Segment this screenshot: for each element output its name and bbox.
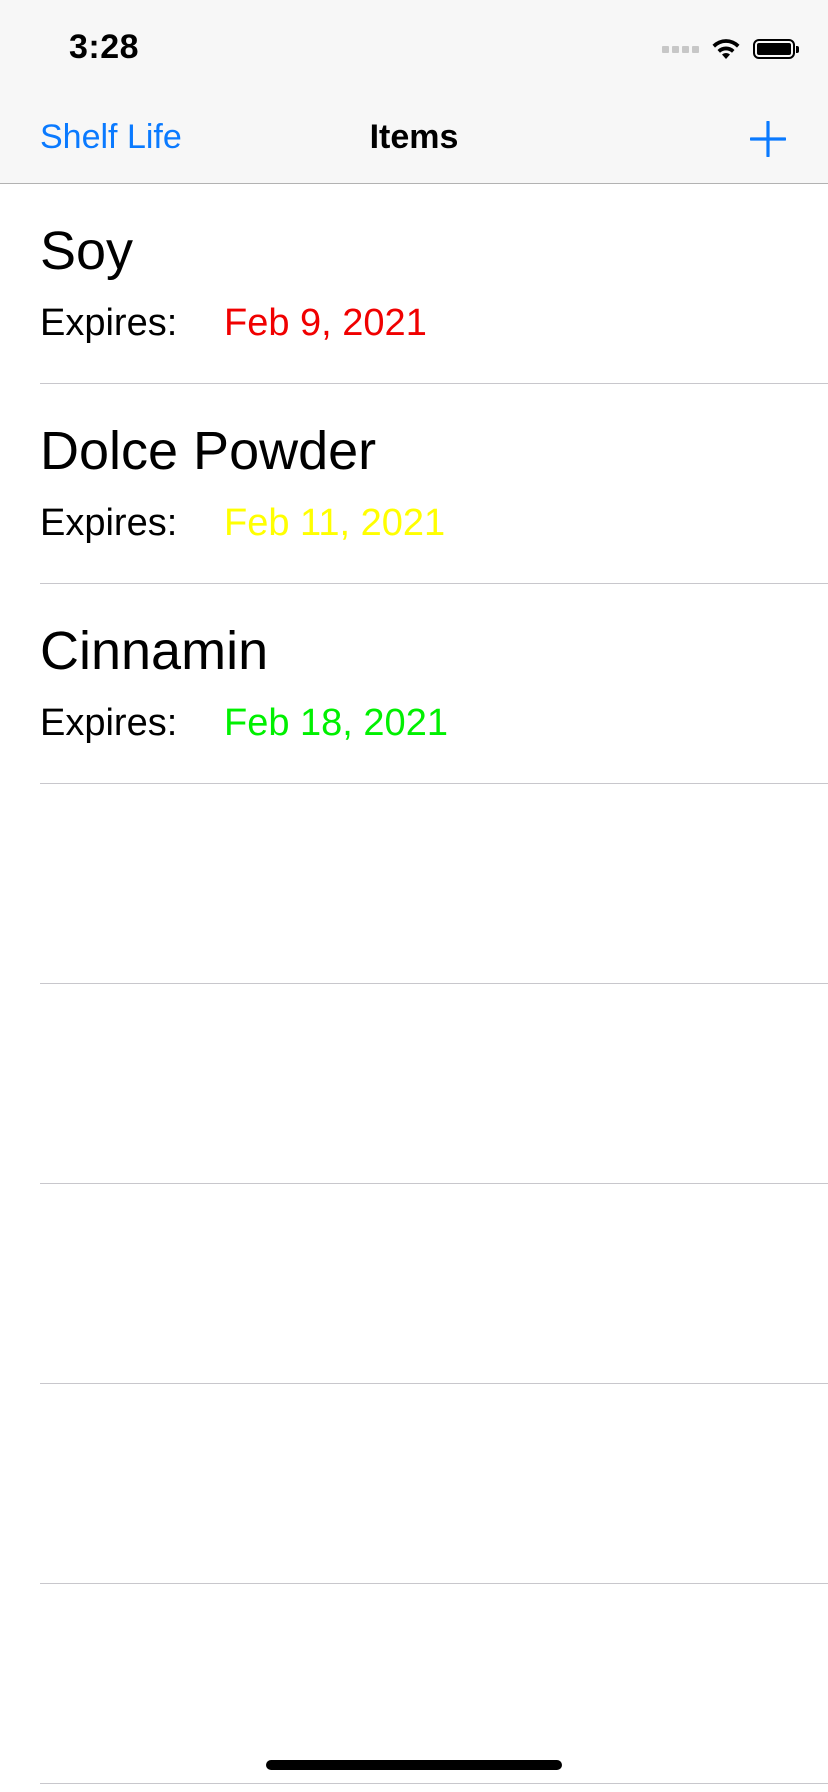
expiry-date: Feb 9, 2021 xyxy=(224,302,427,344)
navigation-bar: Shelf Life Items xyxy=(0,96,828,184)
empty-row xyxy=(40,784,828,984)
empty-row xyxy=(40,1384,828,1584)
plus-icon[interactable] xyxy=(750,121,786,157)
battery-icon xyxy=(753,39,799,59)
home-indicator[interactable] xyxy=(266,1760,562,1770)
empty-row xyxy=(40,984,828,1184)
cellular-signal-icon xyxy=(662,45,699,53)
expires-label: Expires: xyxy=(40,302,178,344)
expires-label: Expires: xyxy=(40,702,178,744)
empty-row xyxy=(40,1584,828,1784)
list-item[interactable]: Cinnamin Expires: Feb 18, 2021 xyxy=(40,584,828,784)
item-name: Cinnamin xyxy=(40,621,269,681)
page-title: Items xyxy=(369,118,459,156)
item-name: Soy xyxy=(40,221,134,281)
list-item[interactable]: Dolce Powder Expires: Feb 11, 2021 xyxy=(40,384,828,584)
list-item[interactable]: Soy Expires: Feb 9, 2021 xyxy=(40,184,828,384)
items-list: Soy Expires: Feb 9, 2021 Dolce Powder Ex… xyxy=(0,184,828,1784)
expiry-date: Feb 18, 2021 xyxy=(224,702,448,744)
empty-row xyxy=(40,1184,828,1384)
status-bar: 3:28 xyxy=(0,0,828,96)
expires-label: Expires: xyxy=(40,502,178,544)
status-icons xyxy=(662,36,799,62)
expiry-date: Feb 11, 2021 xyxy=(224,502,446,544)
item-name: Dolce Powder xyxy=(40,421,377,481)
status-time: 3:28 xyxy=(69,28,140,66)
wifi-icon xyxy=(712,39,740,59)
